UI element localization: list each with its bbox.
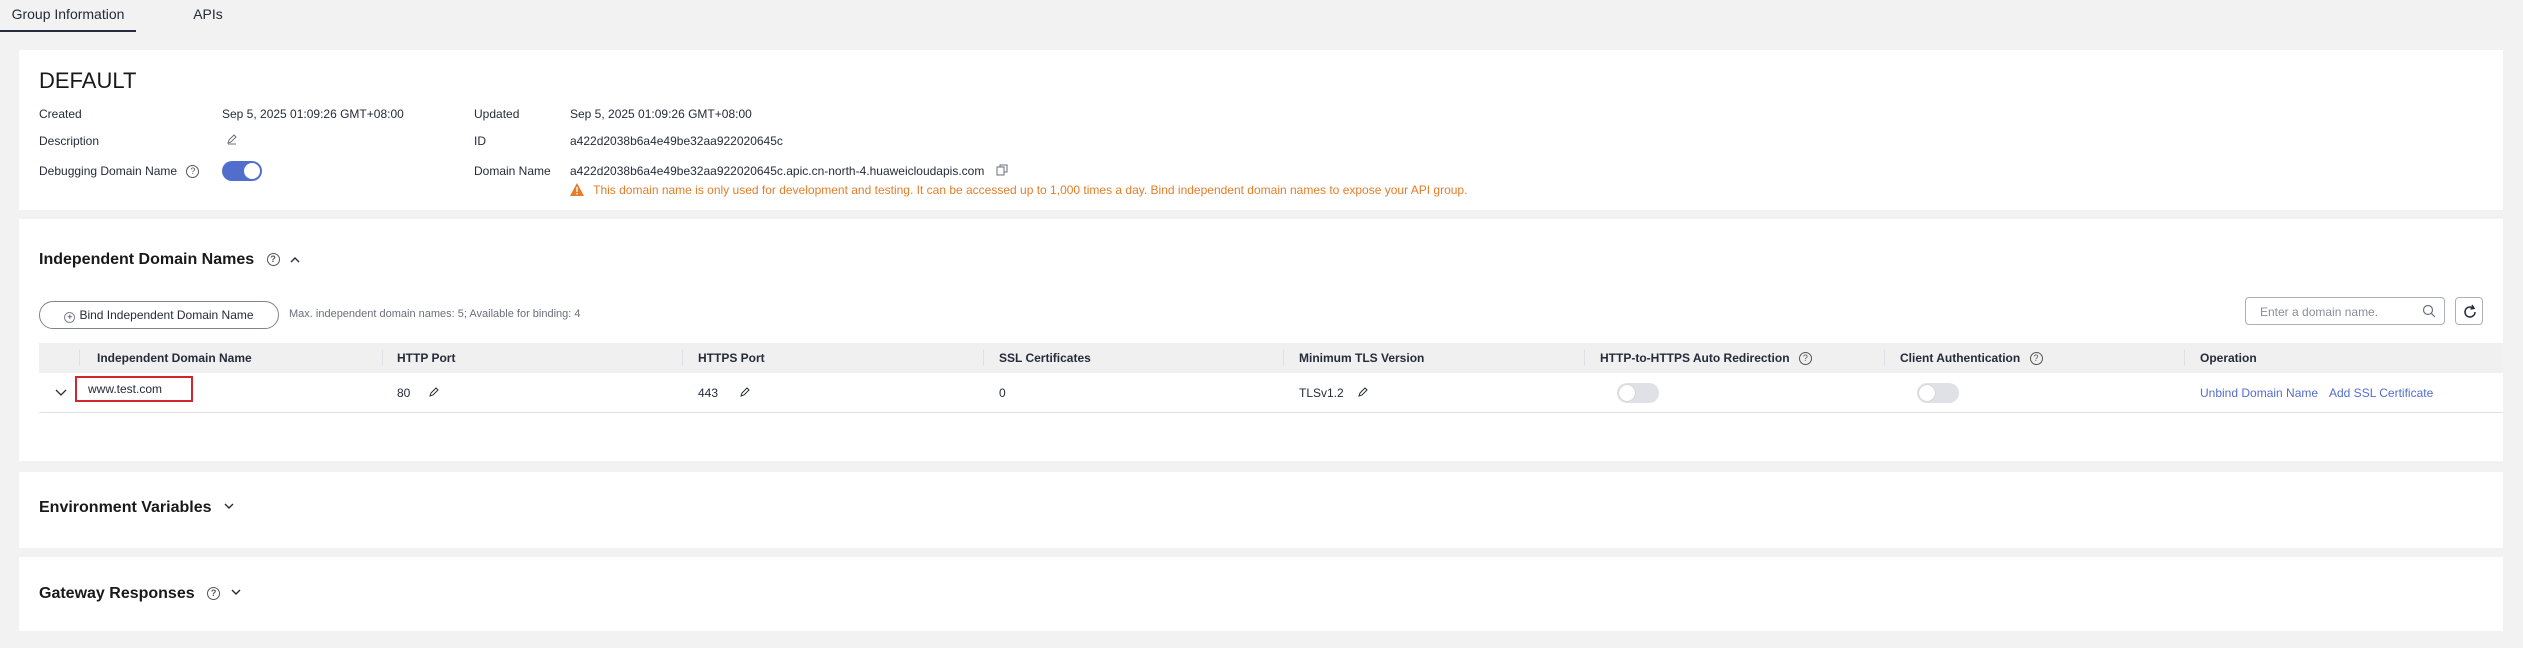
auto-redirection-toggle[interactable] <box>1617 383 1659 403</box>
independent-domains-heading: Independent Domain Names ? <box>39 250 300 269</box>
debug-domain-label-text: Debugging Domain Name <box>39 164 178 178</box>
environment-variables-title: Environment Variables <box>39 499 212 516</box>
tab-group-information[interactable]: Group Information <box>0 0 136 32</box>
unbind-domain-link[interactable]: Unbind Domain Name <box>2200 386 2318 400</box>
http-port-value: 80 <box>397 386 411 400</box>
edit-description-icon[interactable] <box>226 133 238 148</box>
gateway-responses-card: Gateway Responses ? <box>19 557 2503 631</box>
col-ssl-certificates: SSL Certificates <box>999 351 1091 365</box>
domain-warning: This domain name is only used for develo… <box>570 183 1467 199</box>
col-domain-name: Independent Domain Name <box>97 351 252 365</box>
chevron-up-icon[interactable] <box>290 250 300 268</box>
client-authentication-toggle[interactable] <box>1917 383 1959 403</box>
copy-icon[interactable] <box>996 164 1008 179</box>
ssl-certificates-cell: 0 <box>999 386 1006 400</box>
tab-bar: Group Information APIs <box>0 0 2523 32</box>
col-http-port: HTTP Port <box>397 351 456 365</box>
col-auto-redirection-label: HTTP-to-HTTPS Auto Redirection <box>1600 351 1790 365</box>
col-auto-redirection: HTTP-to-HTTPS Auto Redirection ? <box>1600 351 1812 366</box>
debug-domain-label: Debugging Domain Name ? <box>39 164 200 179</box>
description-label: Description <box>39 134 100 148</box>
domain-name-label: Domain Name <box>474 164 551 178</box>
created-label: Created <box>39 107 82 121</box>
domain-cell[interactable]: www.test.com <box>75 376 193 402</box>
tls-version-cell: TLSv1.2 <box>1299 386 1369 401</box>
col-min-tls-version: Minimum TLS Version <box>1299 351 1425 365</box>
col-client-authentication-label: Client Authentication <box>1900 351 2021 365</box>
refresh-button[interactable] <box>2455 297 2483 325</box>
search-icon[interactable] <box>2422 304 2436 321</box>
domain-name-text: a422d2038b6a4e49be32aa922020645c.apic.cn… <box>570 164 985 178</box>
group-name: DEFAULT <box>39 68 137 93</box>
environment-variables-card: Environment Variables <box>19 472 2503 548</box>
debug-domain-toggle[interactable] <box>222 161 262 181</box>
updated-value: Sep 5, 2025 01:09:26 GMT+08:00 <box>570 107 752 121</box>
group-info-card: DEFAULT Created Sep 5, 2025 01:09:26 GMT… <box>19 50 2503 210</box>
add-ssl-certificate-link[interactable]: Add SSL Certificate <box>2329 386 2433 400</box>
updated-label: Updated <box>474 107 520 121</box>
help-icon[interactable]: ? <box>186 165 200 179</box>
gateway-responses-heading[interactable]: Gateway Responses ? <box>39 583 241 603</box>
table-row: www.test.com 80 443 0 TLSv1.2 Unbind Dom… <box>39 373 2503 413</box>
domain-search-input[interactable]: Enter a domain name. <box>2245 297 2445 325</box>
edit-tls-icon[interactable] <box>1357 386 1369 401</box>
chevron-down-icon[interactable] <box>224 497 234 515</box>
edit-http-port-icon[interactable] <box>428 386 440 401</box>
independent-domains-card: Independent Domain Names ? + Bind Indepen… <box>19 219 2503 461</box>
col-client-authentication: Client Authentication ? <box>1900 351 2043 366</box>
help-icon[interactable]: ? <box>2029 352 2043 366</box>
https-port-cell: 443 <box>698 386 751 401</box>
bind-domain-button-label: Bind Independent Domain Name <box>79 308 254 322</box>
chevron-down-icon[interactable] <box>231 583 241 601</box>
id-label: ID <box>474 134 486 148</box>
edit-https-port-icon[interactable] <box>739 386 751 401</box>
col-https-port: HTTPS Port <box>698 351 765 365</box>
independent-domains-title: Independent Domain Names <box>39 251 255 268</box>
warning-text: This domain name is only used for develo… <box>593 183 1468 197</box>
created-value: Sep 5, 2025 01:09:26 GMT+08:00 <box>222 107 404 121</box>
help-icon[interactable]: ? <box>1798 352 1812 366</box>
warning-icon <box>570 183 584 199</box>
https-port-value: 443 <box>698 386 719 400</box>
gateway-responses-title: Gateway Responses <box>39 585 195 602</box>
refresh-icon <box>2464 304 2476 318</box>
col-operation: Operation <box>2200 351 2257 365</box>
domain-quota: Max. independent domain names: 5; Availa… <box>289 308 581 320</box>
http-port-cell: 80 <box>397 386 440 401</box>
tab-apis[interactable]: APIs <box>174 0 242 32</box>
domains-table-header: Independent Domain Name HTTP Port HTTPS … <box>39 343 2503 373</box>
tls-version-value: TLSv1.2 <box>1299 386 1344 400</box>
help-icon[interactable]: ? <box>207 587 221 601</box>
id-value: a422d2038b6a4e49be32aa922020645c <box>570 134 783 148</box>
add-icon: + <box>64 312 76 323</box>
environment-variables-heading[interactable]: Environment Variables <box>39 497 234 517</box>
chevron-down-icon[interactable] <box>55 386 67 400</box>
search-placeholder: Enter a domain name. <box>2260 305 2379 319</box>
help-icon[interactable]: ? <box>266 253 280 267</box>
domain-name-value: a422d2038b6a4e49be32aa922020645c.apic.cn… <box>570 164 1008 179</box>
bind-domain-button[interactable]: + Bind Independent Domain Name <box>39 301 279 329</box>
